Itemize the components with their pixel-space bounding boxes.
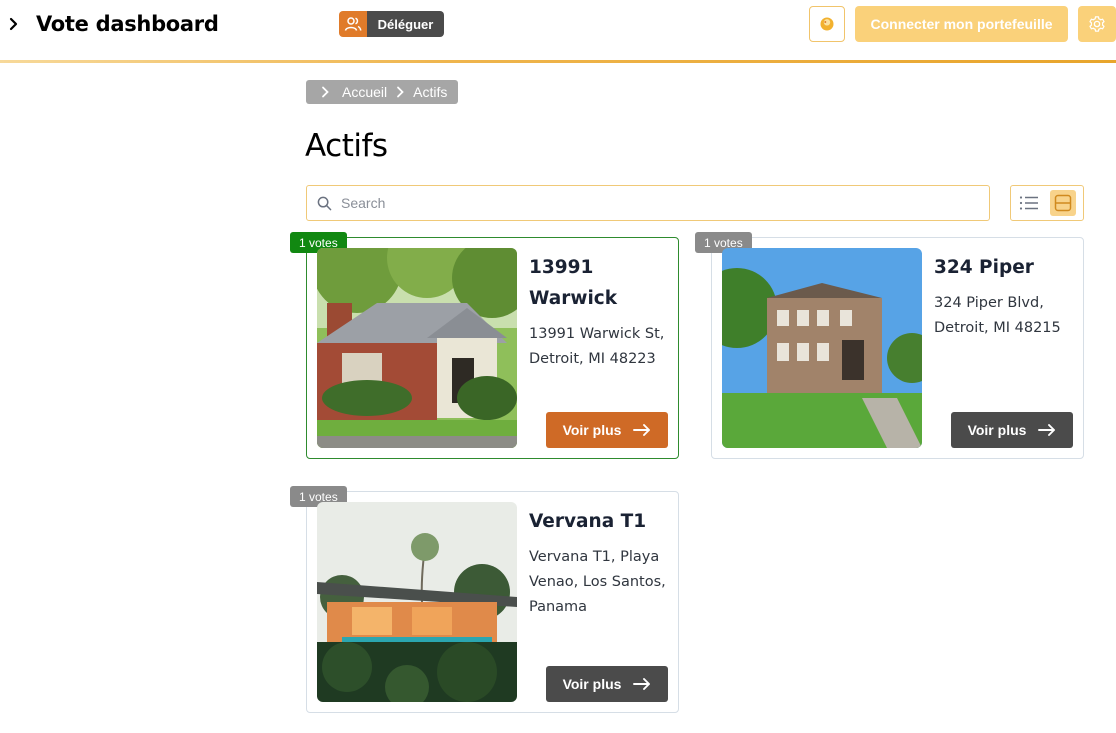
view-more-button[interactable]: Voir plus: [951, 412, 1073, 448]
address-line: Detroit, MI 48223: [529, 351, 656, 367]
asset-card[interactable]: 1 votes Vervana T1 Vervana T1, Playa Ven…: [290, 486, 679, 713]
breadcrumb-current[interactable]: Actifs: [413, 84, 447, 100]
app-title: Vote dashboard: [36, 12, 219, 36]
address-line: Detroit, MI 48215: [934, 320, 1061, 336]
list-icon: [1019, 196, 1038, 210]
users-icon: [339, 11, 367, 37]
grid-icon: [1054, 194, 1072, 212]
asset-card[interactable]: 1 votes 13991 Warwick 13991 Warwick St, …: [290, 232, 679, 459]
view-more-label: Voir plus: [562, 676, 622, 692]
asset-address: 13991 Warwick St, Detroit, MI 48223: [529, 322, 674, 372]
search-icon: [307, 196, 341, 211]
page-title: Actifs: [305, 128, 388, 164]
address-line: Venao, Los Santos,: [529, 574, 666, 590]
asset-name-line: 13991: [529, 257, 594, 278]
arrow-right-icon: [1038, 424, 1056, 436]
top-bar: Vote dashboard Déléguer Connecter mon po…: [0, 0, 1116, 62]
breadcrumb-home[interactable]: Accueil: [342, 84, 387, 100]
delegate-label: Déléguer: [367, 11, 444, 37]
asset-address: Vervana T1, Playa Venao, Los Santos, Pan…: [529, 545, 674, 620]
avatar-icon: [820, 17, 834, 31]
header-accent-line: [0, 60, 1116, 63]
grid-view-button[interactable]: [1050, 190, 1076, 216]
asset-name: 13991 Warwick: [529, 252, 674, 314]
search-input[interactable]: [341, 188, 989, 218]
view-more-button[interactable]: Voir plus: [546, 666, 668, 702]
address-line: 324 Piper Blvd,: [934, 295, 1044, 311]
list-view-button[interactable]: [1011, 186, 1047, 220]
gear-icon: [1089, 16, 1105, 32]
settings-button[interactable]: [1078, 6, 1116, 42]
connect-wallet-button[interactable]: Connecter mon portefeuille: [855, 6, 1068, 42]
view-more-button[interactable]: Voir plus: [546, 412, 668, 448]
view-more-label: Voir plus: [562, 422, 622, 438]
chevron-right-icon: [320, 85, 332, 99]
asset-card[interactable]: 1 votes 324 Piper 324 Piper Blvd, Detroi…: [695, 232, 1084, 459]
arrow-right-icon: [633, 678, 651, 690]
view-toggle: [1010, 185, 1084, 221]
arrow-right-icon: [633, 424, 651, 436]
asset-photo: [317, 248, 517, 448]
breadcrumb: Accueil Actifs: [306, 80, 458, 104]
address-line: Vervana T1, Playa: [529, 549, 660, 565]
chevron-right-icon: [395, 86, 407, 98]
address-line: Panama: [529, 599, 588, 615]
delegate-button[interactable]: Déléguer: [339, 11, 444, 37]
address-line: 13991 Warwick St,: [529, 326, 665, 342]
asset-name-line: Warwick: [529, 288, 618, 309]
asset-name: 324 Piper: [934, 257, 1034, 278]
asset-name: Vervana T1: [529, 511, 647, 532]
asset-photo: [722, 248, 922, 448]
avatar-button[interactable]: [809, 6, 845, 42]
search-bar: [306, 185, 990, 221]
asset-photo: [317, 502, 517, 702]
chevron-right-icon[interactable]: [2, 12, 24, 36]
view-more-label: Voir plus: [967, 422, 1027, 438]
asset-address: 324 Piper Blvd, Detroit, MI 48215: [934, 291, 1079, 341]
